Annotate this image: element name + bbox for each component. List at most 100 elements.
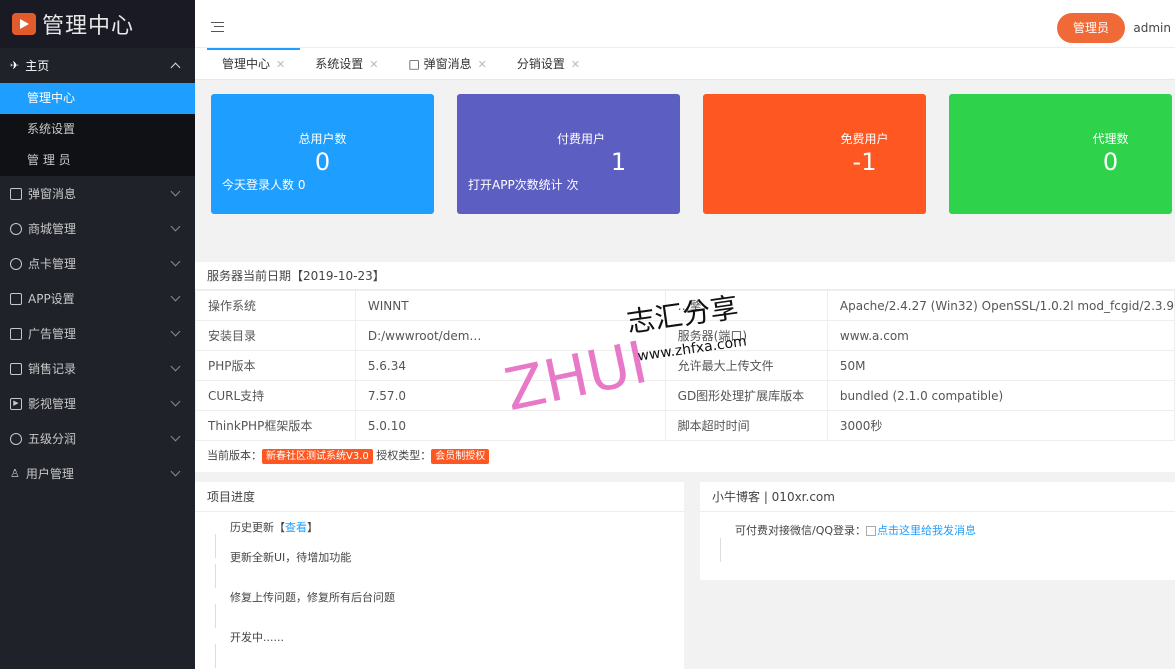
server-info-table: 操作系统 WINNT …擎 Apache/2.4.27 (Win32) Open… xyxy=(195,290,1175,441)
card-paid-users: 付费用户 1 打开APP次数统计 次 xyxy=(457,94,680,214)
version-row: 当前版本： 新春社区测试系统V3.0 授权类型： 会员制授权 xyxy=(195,441,1175,471)
card-agents: 代理数 0 xyxy=(949,94,1172,214)
blog-contact-link[interactable]: 点击这里给我发消息 xyxy=(877,524,976,537)
chevron-down-icon xyxy=(170,431,181,442)
sidebar-item-label: 点卡管理 xyxy=(28,257,77,271)
sidebar-item-label: 影视管理 xyxy=(28,397,77,411)
server-info-panel: 服务器当前日期【2019-10-23】 操作系统 WINNT …擎 Apache… xyxy=(195,262,1175,472)
tab-settings[interactable]: 系统设置 ✕ xyxy=(300,48,393,80)
timeline-item: 历史更新【查看】 xyxy=(215,512,684,558)
sidebar-item-app[interactable]: APP设置 xyxy=(0,281,195,316)
sidebar-subitem-settings[interactable]: 系统设置 xyxy=(0,114,195,145)
history-end: 】 xyxy=(307,521,318,534)
table-cell: CURL支持 xyxy=(195,380,356,411)
license-badge: 会员制授权 xyxy=(431,449,490,464)
sidebar-menu: 弹窗消息 商城管理 点卡管理 APP设置 广告管理 销售记录 ▶ 影视管理 五级分… xyxy=(0,176,195,491)
server-date-title: 服务器当前日期【2019-10-23】 xyxy=(195,262,1175,290)
timeline-item: 修复上传问题，修复所有后台问题 xyxy=(215,582,684,628)
tab-label: □ 弹窗消息 xyxy=(408,57,472,71)
chevron-up-icon xyxy=(170,62,181,73)
table-cell: 服务器(端口) xyxy=(664,320,828,351)
table-row: 操作系统 WINNT …擎 Apache/2.4.27 (Win32) Open… xyxy=(195,290,1175,321)
phone-icon xyxy=(10,327,22,340)
card-total-users: 总用户数 0 今天登录人数 0 xyxy=(211,94,434,214)
sidebar-item-label: 广告管理 xyxy=(28,327,77,341)
sidebar-subitem-admins[interactable]: 管 理 员 xyxy=(0,145,195,176)
table-cell: WINNT xyxy=(354,290,666,321)
sidebar-item-popup[interactable]: 弹窗消息 xyxy=(0,176,195,211)
card-subtext: 打开APP次数统计 次 xyxy=(468,178,579,192)
phone-icon xyxy=(10,292,22,305)
sidebar-item-label: APP设置 xyxy=(28,292,75,306)
table-cell: 5.0.10 xyxy=(354,410,666,441)
table-cell: …擎 xyxy=(664,290,828,321)
table-cell: Apache/2.4.27 (Win32) OpenSSL/1.0.2l mod… xyxy=(826,290,1175,321)
chevron-down-icon xyxy=(170,361,181,372)
sidebar-submenu: 管理中心 系统设置 管 理 员 xyxy=(0,83,195,176)
timeline: 历史更新【查看】 更新全新UI，待增加功能 修复上传问题，修复所有后台问题 开发… xyxy=(195,512,684,668)
chevron-down-icon xyxy=(170,396,181,407)
table-cell: ThinkPHP框架版本 xyxy=(195,410,356,441)
username[interactable]: admin xyxy=(1133,21,1171,35)
table-cell: www.a.com xyxy=(826,320,1175,351)
close-icon[interactable]: ✕ xyxy=(571,58,580,71)
tab-popup[interactable]: □ 弹窗消息 ✕ xyxy=(393,48,501,80)
sidebar: 管理中心 ✈ 主页 管理中心 系统设置 管 理 员 弹窗消息 商城管理 点卡管理… xyxy=(0,0,195,669)
tab-label: 管理中心 xyxy=(222,57,271,71)
sidebar-subitem-dashboard[interactable]: 管理中心 xyxy=(0,83,195,114)
top-header: 管理员 admin xyxy=(195,0,1175,48)
card-free-users: 免费用户 -1 xyxy=(703,94,926,214)
progress-title: 项目进度 xyxy=(195,482,684,512)
history-label: 历史更新【 xyxy=(230,521,285,534)
play-icon: ▶ xyxy=(10,397,22,410)
logo[interactable]: 管理中心 xyxy=(0,0,195,48)
sidebar-item-users[interactable]: ♙ 用户管理 xyxy=(0,456,195,491)
tab-distribution[interactable]: 分销设置 ✕ xyxy=(502,48,595,80)
close-icon[interactable]: ✕ xyxy=(369,58,378,71)
table-cell: 3000秒 xyxy=(826,410,1175,441)
sidebar-item-cards[interactable]: 点卡管理 xyxy=(0,246,195,281)
cube-icon xyxy=(10,257,22,270)
chevron-down-icon xyxy=(170,256,181,267)
role-badge[interactable]: 管理员 xyxy=(1056,13,1125,43)
close-icon[interactable]: ✕ xyxy=(478,58,487,71)
menu-toggle-icon[interactable] xyxy=(211,22,224,32)
table-cell: bundled (2.1.0 compatible) xyxy=(826,380,1175,411)
table-cell: 允许最大上传文件 xyxy=(664,350,828,381)
license-label: 授权类型： xyxy=(376,449,432,462)
table-cell: 脚本超时时间 xyxy=(664,410,828,441)
sidebar-item-label: 五级分润 xyxy=(28,432,77,446)
sidebar-item-home[interactable]: ✈ 主页 xyxy=(0,48,195,83)
sidebar-item-label: 主页 xyxy=(25,59,50,73)
table-cell: PHP版本 xyxy=(195,350,356,381)
table-row: PHP版本 5.6.34 允许最大上传文件 50M xyxy=(195,350,1175,381)
version-label: 当前版本： xyxy=(207,449,262,462)
chevron-down-icon xyxy=(170,326,181,337)
timeline-line xyxy=(720,538,721,562)
sidebar-item-profit[interactable]: 五级分润 xyxy=(0,421,195,456)
sidebar-item-label: 用户管理 xyxy=(25,467,74,481)
chevron-down-icon xyxy=(170,466,181,477)
sidebar-item-ads[interactable]: 广告管理 xyxy=(0,316,195,351)
chevron-down-icon xyxy=(170,291,181,302)
sidebar-item-sales[interactable]: 销售记录 xyxy=(0,351,195,386)
progress-panel: 项目进度 历史更新【查看】 更新全新UI，待增加功能 修复上传问题，修复所有后台… xyxy=(195,482,684,669)
table-row: ThinkPHP框架版本 5.0.10 脚本超时时间 3000秒 xyxy=(195,410,1175,441)
table-cell: 7.57.0 xyxy=(354,380,666,411)
sidebar-item-label: 商城管理 xyxy=(28,222,77,236)
table-row: CURL支持 7.57.0 GD图形处理扩展库版本 bundled (2.1.0… xyxy=(195,380,1175,411)
cube-icon xyxy=(10,432,22,445)
table-row: 安装目录 D:/wwwroot/dem… 服务器(端口) www.a.com xyxy=(195,320,1175,351)
history-link[interactable]: 查看 xyxy=(285,521,307,534)
sidebar-item-shop[interactable]: 商城管理 xyxy=(0,211,195,246)
send-icon: ✈ xyxy=(10,59,20,72)
tab-label: 分销设置 xyxy=(516,57,565,71)
blog-panel: 小牛博客 | 010xr.com 可付费对接微信/QQ登录： 点击这里给我发消息 xyxy=(700,482,1175,580)
table-cell: 5.6.34 xyxy=(354,350,666,381)
close-icon[interactable]: ✕ xyxy=(276,58,285,71)
table-cell: 安装目录 xyxy=(195,320,356,351)
card-value: 0 xyxy=(314,148,331,176)
card-value: 0 xyxy=(1102,148,1119,176)
tab-dashboard[interactable]: 管理中心 ✕ xyxy=(207,48,301,80)
sidebar-item-video[interactable]: ▶ 影视管理 xyxy=(0,386,195,421)
